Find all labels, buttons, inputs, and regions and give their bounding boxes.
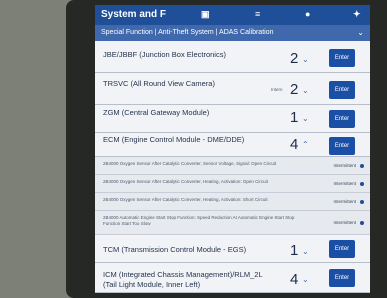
dtc-status: Intermittent: [333, 199, 356, 204]
fault-count: 2: [290, 81, 299, 98]
dtc-status: Intermittent: [333, 181, 356, 186]
module-label: TCM (Transmission Control Module - EGS): [103, 245, 247, 254]
module-row[interactable]: TCM (Transmission Control Module - EGS) …: [95, 235, 370, 263]
fault-count: 2: [290, 50, 299, 67]
module-label: TRSVC (All Round View Camera): [103, 79, 215, 88]
app-titlebar: System and F ▣ ≡ ● ✦: [95, 5, 370, 25]
tablet-screen: System and F ▣ ≡ ● ✦ Special Function | …: [95, 5, 370, 293]
home-icon[interactable]: ▣: [201, 10, 210, 19]
enter-button[interactable]: Enter: [329, 137, 355, 155]
enter-button[interactable]: Enter: [329, 49, 355, 67]
chevron-down-icon[interactable]: ⌄: [302, 55, 309, 64]
enter-button[interactable]: Enter: [329, 240, 355, 258]
tabs-label: Special Function | Anti-Theft System | A…: [101, 29, 274, 36]
status-badge: Intern: [271, 87, 283, 92]
info-icon[interactable]: [360, 164, 364, 168]
dtc-description: 2B4000 Oxygen Sensor After Catalytic Con…: [103, 179, 268, 184]
dtc-status: Intermittent: [333, 163, 356, 168]
dtc-row: 2B4000 Oxygen Sensor After Catalytic Con…: [95, 175, 370, 193]
module-label: ZGM (Central Gateway Module): [103, 108, 210, 117]
module-label: ICM (Integrated Chassis Management)/RLM_…: [103, 270, 263, 279]
chevron-up-icon[interactable]: ⌃: [302, 140, 309, 149]
dtc-description: 2B4000 Oxygen Sensor After Catalytic Con…: [103, 197, 268, 202]
info-icon[interactable]: [360, 221, 364, 225]
module-row[interactable]: JBE/JBBF (Junction Box Electronics) 2 ⌄ …: [95, 41, 370, 73]
fault-count: 4: [290, 271, 299, 288]
module-label: ECM (Engine Control Module - DME/DDE): [103, 135, 245, 144]
dtc-status: Intermittent: [333, 220, 356, 225]
chevron-down-icon[interactable]: ⌄: [302, 86, 309, 95]
module-row[interactable]: ZGM (Central Gateway Module) 1 ⌄ Enter: [95, 105, 370, 133]
page-title: System and F: [101, 9, 167, 20]
dtc-row: 2B4000 Oxygen Sensor After Catalytic Con…: [95, 157, 370, 175]
module-row[interactable]: TRSVC (All Round View Camera) Intern 2 ⌄…: [95, 73, 370, 105]
chevron-down-icon[interactable]: ⌄: [302, 247, 309, 256]
fault-count: 4: [290, 136, 299, 153]
module-row[interactable]: ECM (Engine Control Module - DME/DDE) 4 …: [95, 133, 370, 157]
enter-button[interactable]: Enter: [329, 110, 355, 128]
info-icon[interactable]: [360, 200, 364, 204]
chevron-down-icon[interactable]: ⌄: [357, 25, 364, 41]
menu-icon[interactable]: ≡: [255, 10, 263, 19]
settings-icon[interactable]: ✦: [353, 10, 361, 19]
dtc-description: 2B4000 Oxygen Sensor After Catalytic Con…: [103, 161, 277, 166]
dtc-row: 2B4000 Oxygen Sensor After Catalytic Con…: [95, 193, 370, 211]
enter-button[interactable]: Enter: [329, 81, 355, 99]
info-icon[interactable]: ●: [305, 10, 313, 19]
dtc-description: 2B4000 Automatic Engine Start Stop Funct…: [103, 215, 295, 226]
fault-count: 1: [290, 242, 299, 259]
chevron-down-icon[interactable]: ⌄: [302, 275, 309, 284]
dtc-row: 2B4000 Automatic Engine Start Stop Funct…: [95, 211, 370, 235]
module-row[interactable]: ICM (Integrated Chassis Management)/RLM_…: [95, 263, 370, 293]
module-label: JBE/JBBF (Junction Box Electronics): [103, 50, 226, 59]
chevron-down-icon[interactable]: ⌄: [302, 114, 309, 123]
enter-button[interactable]: Enter: [329, 269, 355, 287]
module-sublabel: (Tail Light Module, Inner Left): [103, 280, 201, 289]
function-tabs[interactable]: Special Function | Anti-Theft System | A…: [95, 25, 370, 41]
info-icon[interactable]: [360, 182, 364, 186]
fault-count: 1: [290, 109, 299, 126]
